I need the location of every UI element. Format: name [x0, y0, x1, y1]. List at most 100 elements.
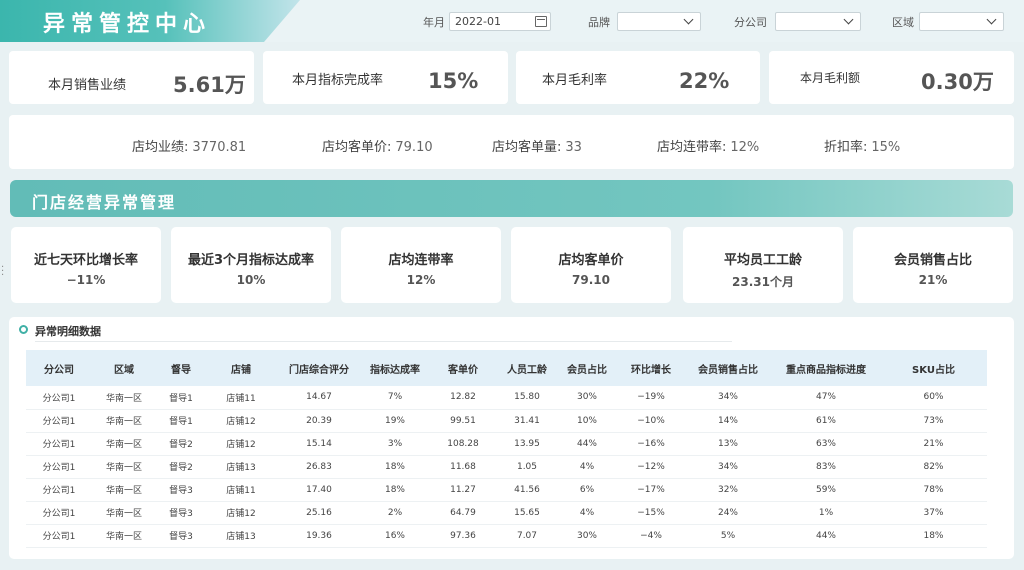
- table-cell: 分公司1: [26, 478, 92, 502]
- table-cell: 督导3: [156, 524, 206, 548]
- month-picker-value: 2022-01: [455, 15, 501, 28]
- column-header[interactable]: 分公司: [26, 350, 92, 386]
- column-header[interactable]: 环比增长: [618, 350, 684, 386]
- column-header[interactable]: 店铺: [206, 350, 276, 386]
- stat-label: 店均客单价:: [322, 140, 392, 155]
- kpi-card-sales: 本月销售业绩 5.61万: [9, 51, 254, 104]
- table-cell: 11.68: [428, 455, 498, 479]
- table-cell: 店铺12: [206, 432, 276, 456]
- stat-value: 79.10: [395, 140, 433, 155]
- table-header-row: 分公司 区域 督导 店铺 门店综合评分 指标达成率 客单价 人员工龄 会员占比 环比增长 会员销售占…: [26, 350, 987, 386]
- column-header[interactable]: 客单价: [428, 350, 498, 386]
- table-cell: 34%: [684, 455, 772, 479]
- page-title: 异常管控中心: [43, 12, 212, 37]
- metric-label: 最近3个月指标达成率: [187, 253, 315, 268]
- table-cell: 60%: [880, 386, 987, 410]
- column-header[interactable]: 门店综合评分: [276, 350, 362, 386]
- kpi-card-target-rate: 本月指标完成率 15%: [263, 51, 508, 104]
- metric-label: 平均员工工龄: [723, 253, 802, 268]
- metric-value: 23.31个月: [732, 275, 794, 289]
- stat-value: 3770.81: [192, 140, 247, 155]
- table-cell: 44%: [772, 524, 880, 548]
- table-cell: −19%: [618, 386, 684, 410]
- column-header[interactable]: 区域: [92, 350, 156, 386]
- table-cell: 31.41: [498, 409, 556, 433]
- stat-avg-ticket-price: 店均客单价: 79.10: [322, 136, 433, 155]
- table-cell: 63%: [772, 432, 880, 456]
- table-row[interactable]: 分公司1 华南一区 督导1 店铺11 14.67 7% 12.82 15.80 30% −19% 3…: [26, 386, 987, 410]
- table-cell: 分公司1: [26, 524, 92, 548]
- table-row[interactable]: 分公司1 华南一区 督导2 店铺13 26.83 18% 11.68 1.05 4% −12% 34…: [26, 455, 987, 479]
- kpi-label: 本月指标完成率: [292, 73, 384, 88]
- table-cell: 分公司1: [26, 409, 92, 433]
- table-cell: 督导2: [156, 432, 206, 456]
- table-row[interactable]: 分公司1 华南一区 督导3 店铺12 25.16 2% 64.79 15.65 4% −15% 24…: [26, 501, 987, 525]
- table-row[interactable]: 分公司1 华南一区 督导3 店铺11 17.40 18% 11.27 41.56 6% −17% 3…: [26, 478, 987, 502]
- table-cell: 99.51: [428, 409, 498, 433]
- table-cell: −12%: [618, 455, 684, 479]
- table-cell: 47%: [772, 386, 880, 410]
- table-cell: 18%: [880, 524, 987, 548]
- table-row[interactable]: 分公司1 华南一区 督导2 店铺12 15.14 3% 108.28 13.95 44% −16%…: [26, 432, 987, 456]
- branch-select[interactable]: [775, 12, 861, 31]
- section-title: 门店经营异常管理: [32, 193, 177, 212]
- table-cell: 37%: [880, 501, 987, 525]
- table-cell: 6%: [556, 478, 618, 502]
- drag-handle-icon[interactable]: · · ·: [1, 263, 4, 281]
- table-cell: 19.36: [276, 524, 362, 548]
- metric-value: 10%: [236, 273, 266, 287]
- table-cell: 督导2: [156, 455, 206, 479]
- stat-store-avg-sales: 店均业绩: 3770.81: [132, 136, 246, 155]
- table-cell: −16%: [618, 432, 684, 456]
- metric-card-member-sales: 会员销售占比 21%: [853, 227, 1013, 303]
- table-cell: 1.05: [498, 455, 556, 479]
- column-header[interactable]: 重点商品指标进度: [772, 350, 880, 386]
- kpi-label: 本月毛利额: [800, 71, 861, 85]
- table-cell: 34%: [684, 386, 772, 410]
- table-cell: 19%: [362, 409, 428, 433]
- table-cell: 店铺13: [206, 524, 276, 548]
- kpi-value: 22%: [679, 69, 730, 93]
- table-cell: 华南一区: [92, 501, 156, 525]
- month-picker[interactable]: 2022-01: [449, 12, 551, 31]
- table-cell: 督导1: [156, 409, 206, 433]
- region-select[interactable]: [919, 12, 1004, 31]
- metric-label: 店均连带率: [388, 253, 454, 268]
- table-row[interactable]: 分公司1 华南一区 督导3 店铺13 19.36 16% 97.36 7.07 30% −4% 5%…: [26, 524, 987, 548]
- table-cell: 26.83: [276, 455, 362, 479]
- chevron-down-icon: [986, 14, 997, 25]
- table-cell: 分公司1: [26, 386, 92, 410]
- table-cell: 华南一区: [92, 409, 156, 433]
- brand-filter-label: 品牌: [588, 16, 610, 29]
- table-cell: 64.79: [428, 501, 498, 525]
- header-bar: 异常管控中心 年月 2022-01 品牌 分公司 区域: [0, 0, 1024, 42]
- kpi-label: 本月销售业绩: [48, 78, 127, 93]
- calendar-icon[interactable]: [535, 16, 547, 27]
- table-cell: 店铺11: [206, 386, 276, 410]
- table-cell: 59%: [772, 478, 880, 502]
- table-cell: 店铺13: [206, 455, 276, 479]
- table-cell: 15.65: [498, 501, 556, 525]
- column-header[interactable]: 指标达成率: [362, 350, 428, 386]
- table-cell: 分公司1: [26, 455, 92, 479]
- column-header[interactable]: SKU占比: [880, 350, 987, 386]
- stat-attach-rate: 店均连带率: 12%: [657, 136, 759, 155]
- column-header[interactable]: 会员占比: [556, 350, 618, 386]
- table-cell: 18%: [362, 478, 428, 502]
- column-header[interactable]: 督导: [156, 350, 206, 386]
- table-cell: 15.14: [276, 432, 362, 456]
- kpi-value: 15%: [428, 69, 479, 93]
- metric-card-7day-growth: 近七天环比增长率 −11%: [11, 227, 161, 303]
- table-cell: 73%: [880, 409, 987, 433]
- kpi-card-gross-margin-rate: 本月毛利率 22%: [516, 51, 760, 104]
- stat-avg-ticket-count: 店均客单量: 33: [492, 136, 582, 155]
- table-cell: 97.36: [428, 524, 498, 548]
- table-cell: 店铺12: [206, 409, 276, 433]
- column-header[interactable]: 会员销售占比: [684, 350, 772, 386]
- detail-panel: 异常明细数据 分公司 区域 督导 店铺 门店综合评分 指标达成率 客单价 人员工龄 会员占比 环比…: [9, 317, 1014, 559]
- table-cell: 4%: [556, 455, 618, 479]
- column-header[interactable]: 人员工龄: [498, 350, 556, 386]
- table-row[interactable]: 分公司1 华南一区 督导1 店铺12 20.39 19% 99.51 31.41 10% −10%…: [26, 409, 987, 433]
- table-cell: 分公司1: [26, 501, 92, 525]
- brand-select[interactable]: [617, 12, 701, 31]
